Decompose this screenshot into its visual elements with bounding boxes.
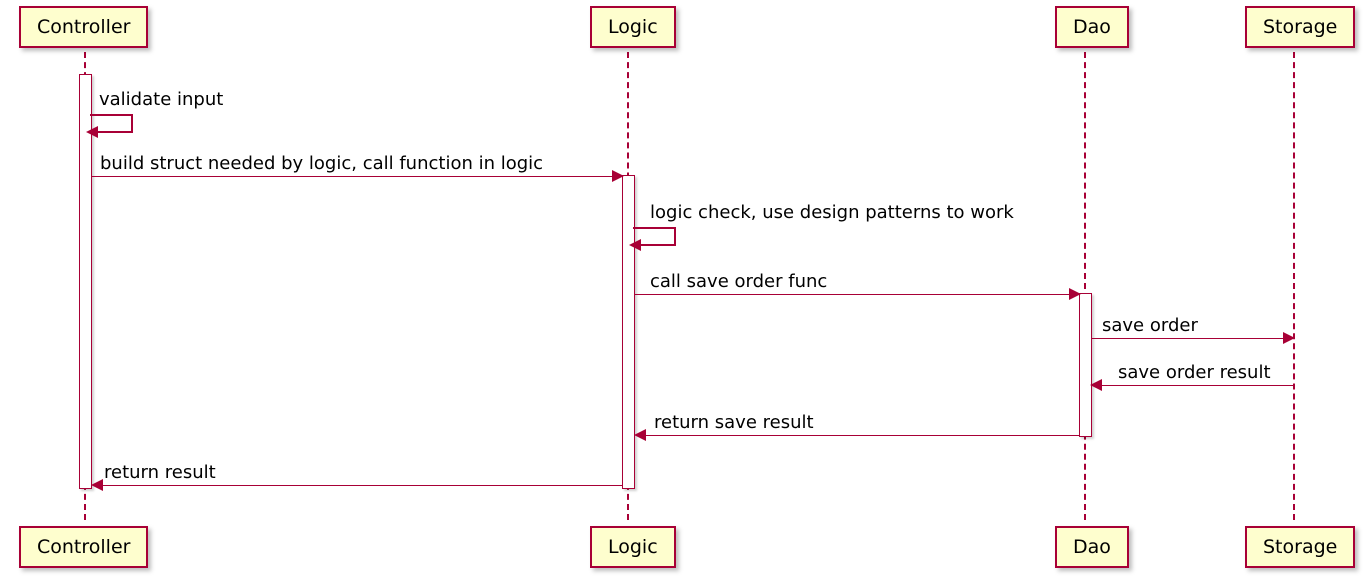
participant-label: Dao xyxy=(1073,536,1111,558)
msg-call-save-order: call save order func xyxy=(650,272,827,292)
arrow-head-icon xyxy=(612,170,624,182)
self-loop-seg xyxy=(640,244,676,246)
actor-box-controller-bottom: Controller xyxy=(19,526,148,568)
msg-build-struct: build struct needed by logic, call funct… xyxy=(100,154,543,174)
msg-line xyxy=(635,294,1069,295)
participant-label: Logic xyxy=(608,536,658,558)
msg-line xyxy=(1092,338,1283,339)
activation-logic xyxy=(622,175,635,489)
sequence-diagram: Controller Logic Dao Storage Controller … xyxy=(0,0,1372,578)
actor-box-logic-bottom: Logic xyxy=(590,526,676,568)
actor-box-controller-top: Controller xyxy=(19,6,148,48)
participant-label: Storage xyxy=(1263,16,1337,38)
participant-label: Controller xyxy=(37,16,130,38)
arrow-head-icon xyxy=(1283,332,1295,344)
self-loop-seg xyxy=(97,131,133,133)
lifeline-storage xyxy=(1293,42,1295,520)
actor-box-storage-bottom: Storage xyxy=(1245,526,1355,568)
msg-save-order: save order xyxy=(1102,316,1198,336)
self-loop-seg xyxy=(131,114,133,131)
msg-line xyxy=(646,435,1079,436)
msg-line xyxy=(103,485,622,486)
participant-label: Controller xyxy=(37,536,130,558)
lifeline-dao xyxy=(1084,42,1086,520)
participant-label: Dao xyxy=(1073,16,1111,38)
msg-line xyxy=(1102,385,1293,386)
arrow-head-icon xyxy=(634,429,646,441)
arrow-head-icon xyxy=(91,479,103,491)
actor-box-dao-bottom: Dao xyxy=(1055,526,1129,568)
msg-return-result: return result xyxy=(104,463,216,483)
self-loop-seg xyxy=(674,227,676,244)
msg-validate-input: validate input xyxy=(99,90,223,110)
participant-label: Logic xyxy=(608,16,658,38)
participant-label: Storage xyxy=(1263,536,1337,558)
arrow-head-icon xyxy=(1090,379,1102,391)
actor-box-storage-top: Storage xyxy=(1245,6,1355,48)
arrow-head-icon xyxy=(1069,288,1081,300)
arrow-head-icon xyxy=(86,126,98,138)
self-loop-seg xyxy=(90,114,132,116)
actor-box-logic-top: Logic xyxy=(590,6,676,48)
msg-line xyxy=(92,176,612,177)
msg-save-order-result: save order result xyxy=(1118,363,1271,383)
activation-dao xyxy=(1079,293,1092,437)
msg-logic-check: logic check, use design patterns to work xyxy=(650,203,1014,223)
actor-box-dao-top: Dao xyxy=(1055,6,1129,48)
arrow-head-icon xyxy=(629,239,641,251)
self-loop-seg xyxy=(633,227,675,229)
msg-return-save-result: return save result xyxy=(654,413,814,433)
